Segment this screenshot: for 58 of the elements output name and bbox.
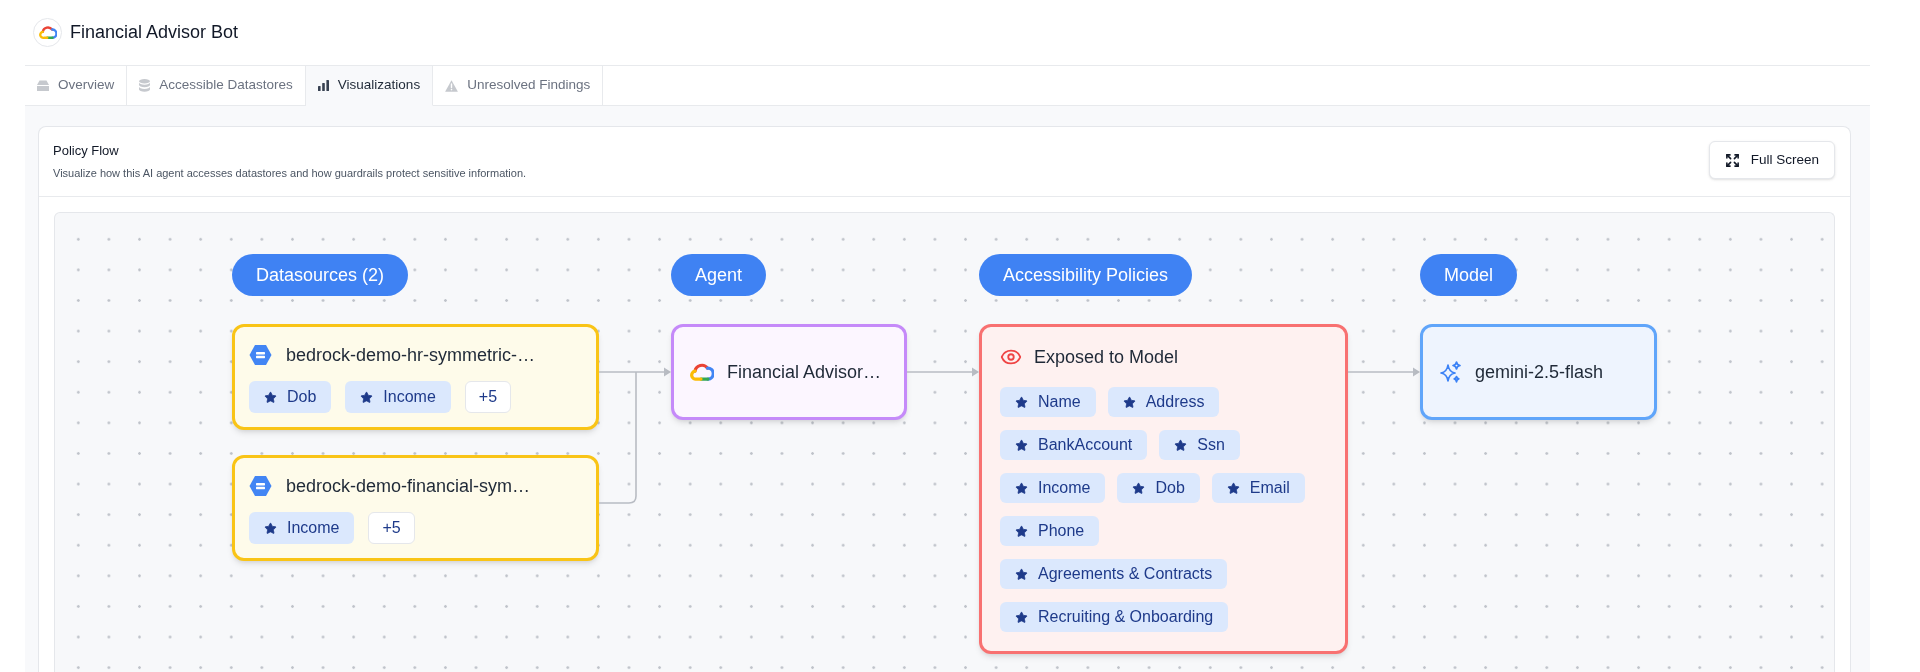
panel-title: Policy Flow bbox=[53, 143, 120, 159]
tag-label: Email bbox=[1249, 480, 1290, 496]
tag-label: Agreements & Contracts bbox=[1038, 566, 1213, 582]
tag-label: Dob bbox=[1155, 480, 1185, 496]
cloud-logo-icon bbox=[690, 362, 714, 382]
section-label: Accessibility Policies bbox=[979, 254, 1193, 296]
tray-icon bbox=[37, 80, 49, 91]
star-icon bbox=[264, 390, 277, 404]
sparkle-icon bbox=[1440, 361, 1462, 383]
connector-arrow bbox=[907, 367, 979, 377]
connector-arrow bbox=[599, 367, 671, 377]
connector-arrow bbox=[1348, 367, 1420, 377]
more-count: +5 bbox=[368, 512, 415, 544]
hexagon-icon bbox=[249, 475, 272, 497]
star-icon bbox=[1015, 395, 1028, 409]
fullscreen-icon bbox=[1724, 152, 1740, 168]
star-icon bbox=[1015, 524, 1028, 538]
panel-description: Visualize how this AI agent accesses datastores and how guardrails protect sensitive information. bbox=[53, 166, 527, 180]
node-title: bedrock-demo-hr-symmetric-… bbox=[286, 346, 536, 364]
star-icon bbox=[1122, 395, 1136, 409]
cloud-logo-icon bbox=[33, 18, 62, 47]
tag-label: Ssn bbox=[1197, 437, 1225, 453]
tag-label: Income bbox=[1038, 480, 1091, 496]
more-count: +5 bbox=[464, 381, 512, 413]
tag-label: Address bbox=[1145, 394, 1205, 410]
section-label: Datasources (2) bbox=[232, 254, 409, 296]
tag-label: BankAccount bbox=[1038, 437, 1133, 453]
tag-label: Phone bbox=[1038, 523, 1085, 539]
tab[interactable]: Overview bbox=[25, 66, 128, 106]
tag-label: Recruiting & Onboarding bbox=[1038, 609, 1214, 625]
star-icon bbox=[1015, 610, 1028, 624]
node-title: Financial Advisor… bbox=[727, 363, 882, 381]
star-icon bbox=[1226, 481, 1240, 495]
star-icon bbox=[1015, 481, 1028, 495]
section-label: Model bbox=[1420, 254, 1518, 296]
tab[interactable]: Accessible Datastores bbox=[127, 66, 306, 106]
star-icon bbox=[1174, 438, 1188, 452]
node-title: Exposed to Model bbox=[1034, 348, 1179, 366]
fullscreen-button[interactable]: Full Screen bbox=[1708, 141, 1835, 179]
database-icon bbox=[139, 79, 151, 92]
section-label: Agent bbox=[671, 254, 767, 296]
tab[interactable]: Unresolved Findings bbox=[433, 66, 604, 106]
tag-label: Income bbox=[287, 520, 340, 536]
warning-icon bbox=[445, 79, 459, 92]
star-icon bbox=[1132, 481, 1146, 495]
bar-chart-icon bbox=[317, 80, 329, 91]
node-title: bedrock-demo-financial-sym… bbox=[286, 477, 531, 495]
tab[interactable]: Visualizations bbox=[305, 66, 434, 106]
hexagon-icon bbox=[249, 344, 272, 366]
node-title: gemini-2.5-flash bbox=[1475, 363, 1604, 381]
star-icon bbox=[360, 390, 374, 404]
tag-label: Income bbox=[383, 389, 436, 405]
tag-label: Dob bbox=[287, 389, 317, 405]
star-icon bbox=[264, 521, 277, 535]
star-icon bbox=[1015, 567, 1028, 581]
star-icon bbox=[1015, 438, 1028, 452]
app-title: Financial Advisor Bot bbox=[70, 21, 239, 44]
tag-label: Name bbox=[1038, 394, 1081, 410]
